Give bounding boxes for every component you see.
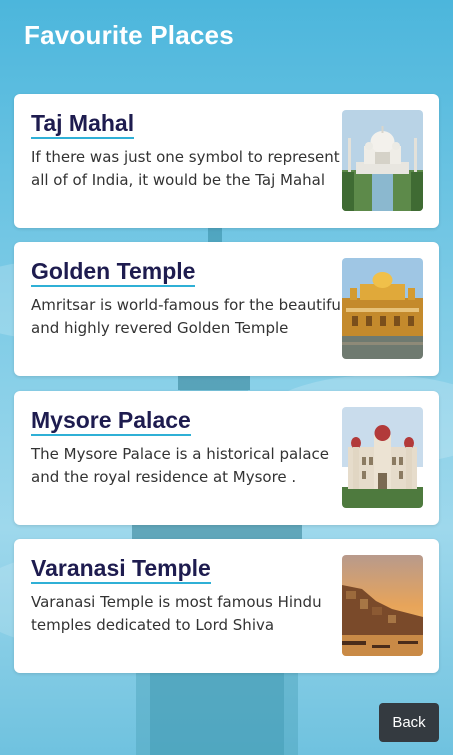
place-card-taj-mahal[interactable]: Taj Mahal If there was just one symbol t… bbox=[14, 94, 439, 228]
place-title-link[interactable]: Golden Temple bbox=[31, 258, 196, 287]
varanasi-ghats-image bbox=[342, 555, 423, 656]
place-title-link[interactable]: Taj Mahal bbox=[31, 110, 135, 139]
taj-mahal-image bbox=[342, 110, 423, 211]
place-title-link[interactable]: Varanasi Temple bbox=[31, 555, 211, 584]
place-card-mysore-palace[interactable]: Mysore Palace The Mysore Palace is a his… bbox=[14, 391, 439, 525]
page-title: Favourite Places bbox=[24, 20, 234, 50]
back-button[interactable]: Back bbox=[379, 703, 439, 742]
mysore-palace-image bbox=[342, 407, 423, 508]
place-card-varanasi-temple[interactable]: Varanasi Temple Varanasi Temple is most … bbox=[14, 539, 439, 673]
place-title-link[interactable]: Mysore Palace bbox=[31, 407, 191, 436]
place-description: If there was just one symbol to represen… bbox=[31, 148, 340, 189]
place-description: The Mysore Palace is a historical palace… bbox=[31, 445, 329, 486]
golden-temple-image bbox=[342, 258, 423, 359]
place-description: Amritsar is world-famous for the beautif… bbox=[31, 296, 346, 337]
place-description: Varanasi Temple is most famous Hindu tem… bbox=[31, 593, 322, 634]
place-card-golden-temple[interactable]: Golden Temple Amritsar is world-famous f… bbox=[14, 242, 439, 376]
